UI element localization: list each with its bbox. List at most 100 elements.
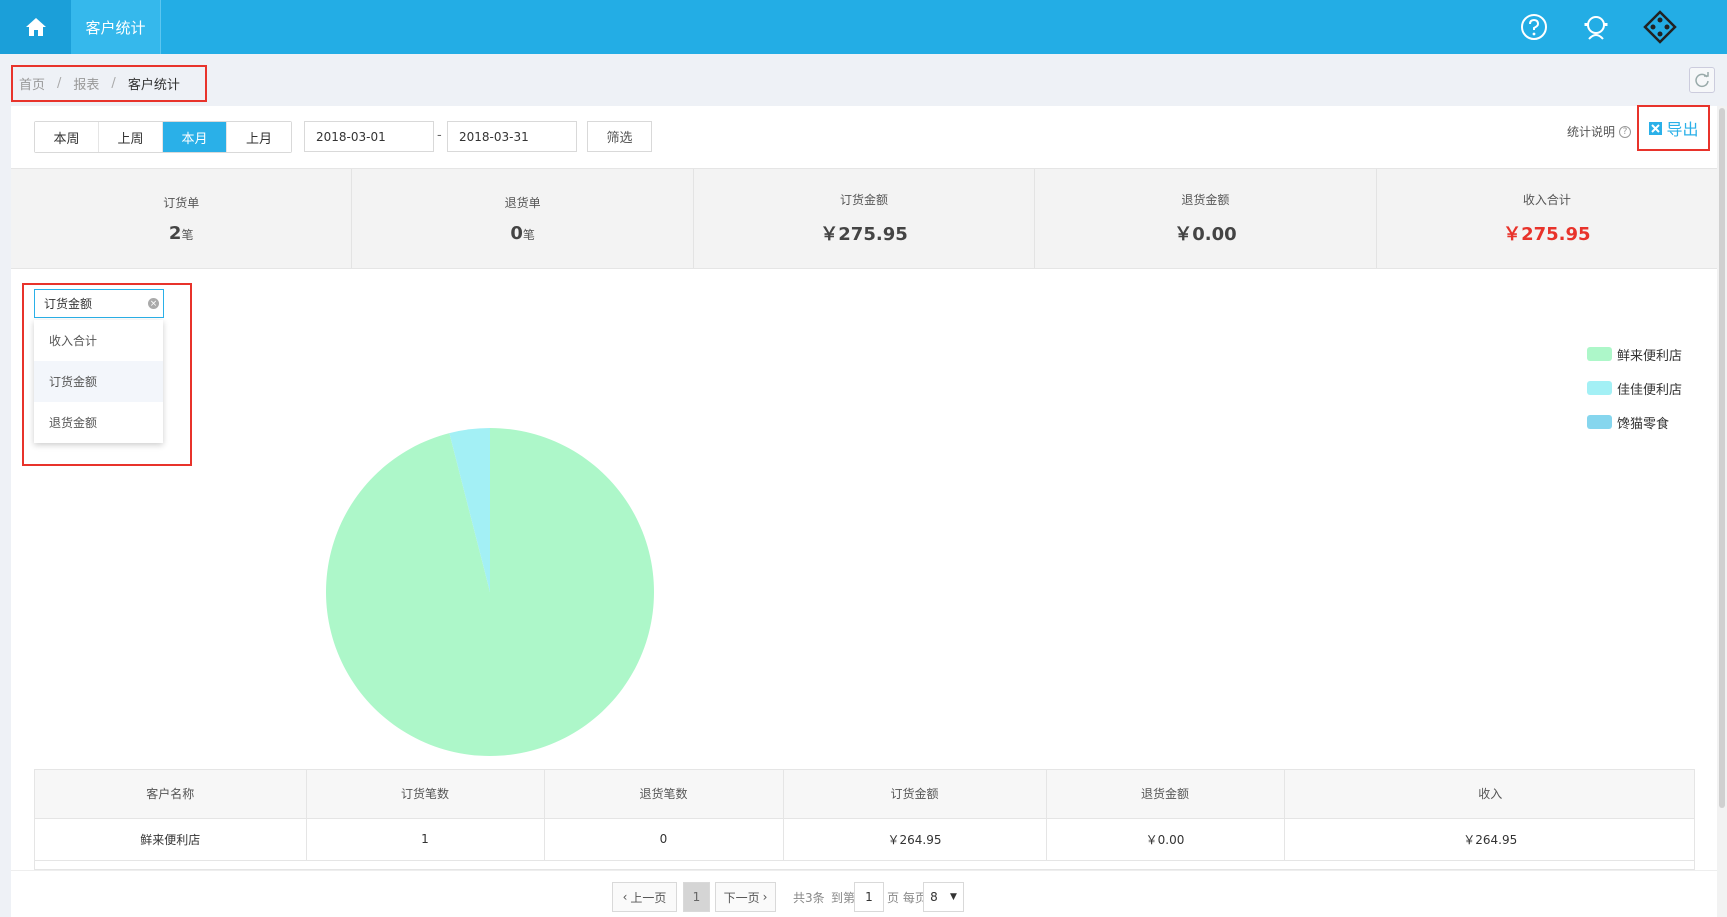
export-label: 导出 — [1666, 120, 1699, 139]
refresh-icon — [1695, 72, 1709, 88]
apps-icon — [1643, 10, 1677, 44]
breadcrumb-home[interactable]: 首页 — [19, 74, 45, 93]
legend-item[interactable]: 鲜来便利店 — [1587, 337, 1682, 371]
period-button-0[interactable]: 本周 — [35, 122, 99, 152]
total-count: 共3条 — [793, 891, 825, 905]
apps-button[interactable] — [1643, 10, 1677, 44]
stat-label: 订货单 — [163, 195, 200, 210]
breadcrumb: 首页 / 报表 / 客户统计 — [11, 65, 207, 102]
refresh-button[interactable] — [1689, 67, 1715, 93]
date-separator: - — [437, 128, 442, 143]
stat-number: ￥0.00 — [1174, 224, 1237, 245]
legend-swatch — [1587, 381, 1612, 395]
stat-help-label: 统计说明 — [1567, 125, 1616, 139]
stat-label: 订货金额 — [840, 193, 889, 207]
filter-row: 本周 上周 本月 上月 2018-03-01 - 2018-03-31 筛选 统计说明… — [11, 105, 1717, 168]
main-panel: 本周 上周 本月 上月 2018-03-01 - 2018-03-31 筛选 统计说明… — [11, 105, 1717, 917]
filter-button[interactable]: 筛选 — [587, 121, 652, 152]
home-button[interactable] — [0, 0, 71, 54]
stat-cell: 订货金额 ￥275.95 — [694, 169, 1036, 268]
end-date-input[interactable]: 2018-03-31 — [447, 121, 577, 152]
table-cell: ￥0.00 — [1046, 818, 1285, 861]
period-button-2[interactable]: 本月 — [163, 122, 227, 152]
breadcrumb-bar: 首页 / 报表 / 客户统计 — [0, 54, 1727, 106]
support-icon — [1584, 16, 1608, 40]
pagination: ‹ 上一页 1 下一页 › 共3条 到第 1 页 每页 8 ▼ — [11, 870, 1717, 917]
pie-chart — [326, 428, 654, 756]
period-selector: 本周 上周 本月 上月 — [34, 121, 292, 153]
metric-option-0[interactable]: 收入合计 — [34, 320, 163, 361]
support-button[interactable] — [1579, 10, 1613, 44]
legend-item[interactable]: 馋猫零食 — [1587, 405, 1682, 439]
chart-legend: 鲜来便利店佳佳便利店馋猫零食 — [1587, 337, 1682, 439]
stat-value: ￥0.00 — [1174, 220, 1236, 246]
scrollbar-thumb[interactable] — [1719, 108, 1725, 808]
goto-label: 到第 — [831, 891, 856, 905]
period-button-3[interactable]: 上月 — [227, 122, 291, 152]
metric-select[interactable]: 订货金额 × — [34, 289, 164, 318]
table-body: 鲜来便利店 1 0 ￥264.95 ￥0.00 ￥264.95 — [35, 818, 1694, 861]
table-header-row: 客户名称 订货笔数 退货笔数 订货金额 退货金额 收入 — [35, 770, 1694, 819]
legend-item[interactable]: 佳佳便利店 — [1587, 371, 1682, 405]
metric-option-2[interactable]: 退货金额 — [34, 402, 163, 443]
clear-icon[interactable]: × — [148, 298, 159, 309]
export-button[interactable]: 导出 — [1637, 105, 1710, 151]
stat-value: 0笔 — [510, 223, 535, 244]
excel-icon — [1649, 121, 1663, 135]
stat-number: 0 — [510, 222, 523, 244]
page-button-current[interactable]: 1 — [683, 882, 710, 912]
stat-number: ￥275.95 — [1503, 224, 1591, 245]
stat-cell: 订货单 2笔 — [11, 169, 353, 268]
stat-unit: 笔 — [522, 227, 535, 242]
app-tab-customer-stats[interactable]: 客户统计 — [71, 0, 161, 54]
legend-label: 馋猫零食 — [1617, 416, 1670, 432]
per-page-select[interactable]: 8 ▼ — [923, 882, 964, 912]
page-scrollbar[interactable] — [1717, 106, 1727, 917]
customer-table: 客户名称 订货笔数 退货笔数 订货金额 退货金额 收入 鲜来便利店 1 0 ￥264.95 ￥0.… — [34, 769, 1695, 870]
stat-value: ￥275.95 — [820, 220, 907, 246]
table-cell: ￥264.95 — [783, 818, 1047, 861]
legend-swatch — [1587, 347, 1612, 361]
stat-unit: 笔 — [181, 227, 194, 242]
period-button-1[interactable]: 上周 — [99, 122, 163, 152]
column-header: 订货金额 — [783, 770, 1047, 819]
stat-cell: 退货金额 ￥0.00 — [1035, 169, 1377, 268]
stat-value: ￥275.95 — [1503, 220, 1590, 246]
stat-number: 2 — [168, 222, 182, 244]
per-page-label: 页 每页 — [887, 891, 927, 905]
legend-label: 鲜来便利店 — [1617, 348, 1683, 364]
stat-cell: 退货单 0笔 — [352, 169, 694, 268]
metric-selected-value: 订货金额 — [44, 297, 93, 311]
legend-swatch — [1587, 415, 1612, 429]
goto-page-input[interactable]: 1 — [854, 882, 884, 912]
top-bar: 客户统计 — [0, 0, 1727, 54]
stat-label: 收入合计 — [1522, 193, 1571, 207]
chevron-right-icon: › — [762, 890, 768, 904]
prev-page-label: 上一页 — [630, 890, 667, 905]
help-icon — [1521, 14, 1547, 40]
chevron-left-icon: ‹ — [622, 890, 628, 904]
next-page-button[interactable]: 下一页 › — [715, 882, 776, 912]
prev-page-button[interactable]: ‹ 上一页 — [612, 882, 677, 912]
column-header: 退货笔数 — [544, 770, 784, 819]
breadcrumb-separator: / — [57, 76, 62, 91]
help-button[interactable] — [1517, 10, 1551, 44]
table-cell: 1 — [306, 818, 545, 861]
column-header: 收入 — [1284, 770, 1694, 819]
stat-help-link[interactable]: 统计说明 ? — [1567, 123, 1632, 140]
table-cell: 鲜来便利店 — [35, 818, 307, 861]
table-cell: ￥264.95 — [1284, 818, 1694, 861]
stat-cell: 收入合计 ￥275.95 — [1377, 169, 1717, 268]
stat-label: 退货单 — [504, 195, 541, 210]
breadcrumb-separator: / — [111, 76, 116, 91]
column-header: 订货笔数 — [306, 770, 545, 819]
summary-stats: 订货单 2笔 退货单 0笔 订货金额 ￥275.95 退货金额 ￥0.00 收入合计 ￥275.9… — [11, 168, 1717, 269]
metric-selector-box: 订货金额 × 收入合计 订货金额 退货金额 — [22, 283, 192, 466]
table-row: 鲜来便利店 1 0 ￥264.95 ￥0.00 ￥264.95 — [35, 818, 1694, 861]
breadcrumb-reports[interactable]: 报表 — [73, 74, 99, 93]
table-cell: 0 — [544, 818, 784, 861]
column-header: 退货金额 — [1046, 770, 1285, 819]
start-date-input[interactable]: 2018-03-01 — [304, 121, 434, 152]
stat-number: ￥275.95 — [820, 224, 908, 245]
metric-option-1[interactable]: 订货金额 — [34, 361, 163, 402]
